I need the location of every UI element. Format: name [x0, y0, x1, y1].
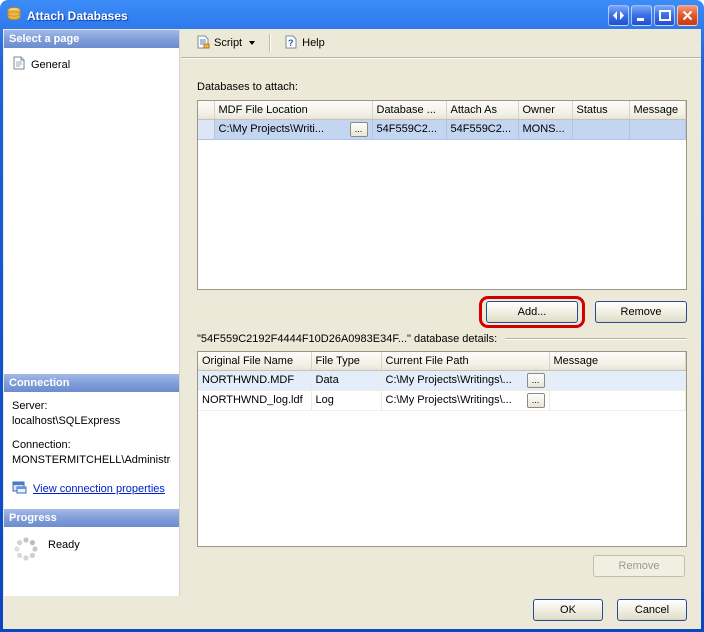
remove-database-button[interactable]: Remove	[595, 301, 687, 323]
cell-file-type[interactable]: Data	[311, 370, 381, 390]
browse-path-button[interactable]: ...	[527, 373, 545, 388]
ok-button[interactable]: OK	[533, 599, 603, 621]
general-page-icon	[12, 56, 26, 73]
script-button[interactable]: Script	[189, 31, 262, 56]
column-header-status[interactable]: Status	[572, 101, 629, 119]
row-header-cell	[198, 101, 214, 119]
databases-to-attach-label: Databases to attach:	[197, 81, 687, 93]
progress-panel: Ready	[4, 527, 179, 596]
cell-status[interactable]	[572, 119, 629, 139]
window-title: Attach Databases	[27, 9, 603, 23]
navigate-arrows-button[interactable]	[608, 5, 629, 26]
column-header-original-file-name[interactable]: Original File Name	[198, 352, 311, 370]
connection-value: MONSTERMITCHELL\Administra	[12, 454, 171, 466]
cell-original-file-name[interactable]: NORTHWND_log.ldf	[198, 390, 311, 410]
databases-table: MDF File Location Database ... Attach As…	[197, 100, 687, 290]
cell-mdf-file-location[interactable]: C:\My Projects\Writi... ...	[214, 119, 372, 139]
column-header-message[interactable]: Message	[549, 352, 686, 370]
cell-attach-as[interactable]: 54F559C2...	[446, 119, 518, 139]
server-label: Server:	[12, 400, 171, 412]
attach-databases-dialog: Attach Databases Select a page	[0, 0, 704, 632]
spinner-icon	[12, 535, 40, 566]
select-a-page-header: Select a page	[4, 30, 179, 48]
cell-original-file-name[interactable]: NORTHWND.MDF	[198, 370, 311, 390]
row-header-cell[interactable]	[198, 119, 214, 139]
connection-label: Connection:	[12, 439, 171, 451]
properties-icon	[12, 481, 27, 497]
column-header-file-type[interactable]: File Type	[311, 352, 381, 370]
toolbar-separator	[269, 34, 270, 52]
sidebar: Select a page General Connection Server:	[4, 30, 180, 596]
close-button[interactable]	[677, 5, 698, 26]
remove-detail-button: Remove	[593, 555, 685, 577]
server-value: localhost\SQLExpress	[12, 415, 171, 427]
add-button-highlight-annotation: Add...	[479, 296, 585, 328]
column-header-current-file-path[interactable]: Current File Path	[381, 352, 549, 370]
database-details-table: Original File Name File Type Current Fil…	[197, 351, 687, 547]
script-icon	[196, 35, 210, 52]
cancel-button[interactable]: Cancel	[617, 599, 687, 621]
cell-database-name[interactable]: 54F559C2...	[372, 119, 446, 139]
toolbar: Script ? Help	[181, 29, 701, 58]
maximize-button[interactable]	[654, 5, 675, 26]
progress-status: Ready	[48, 539, 80, 551]
database-row[interactable]: C:\My Projects\Writi... ... 54F559C2... …	[198, 119, 686, 139]
column-header-owner[interactable]: Owner	[518, 101, 572, 119]
window-controls	[608, 5, 698, 26]
titlebar[interactable]: Attach Databases	[0, 0, 704, 29]
database-icon	[6, 6, 22, 25]
details-row-mdf[interactable]: NORTHWND.MDF Data C:\My Projects\Writing…	[198, 370, 686, 390]
browse-path-button[interactable]: ...	[527, 393, 545, 408]
cell-message[interactable]	[629, 119, 686, 139]
cell-owner[interactable]: MONS...	[518, 119, 572, 139]
dialog-footer: OK Cancel	[533, 599, 687, 621]
main-content: Databases to attach: MDF File Location D…	[197, 59, 687, 629]
column-header-database[interactable]: Database ...	[372, 101, 446, 119]
cell-file-type[interactable]: Log	[311, 390, 381, 410]
cell-current-file-path[interactable]: C:\My Projects\Writings\... ...	[381, 370, 549, 390]
help-button[interactable]: ? Help	[277, 31, 332, 56]
add-button[interactable]: Add...	[486, 301, 578, 323]
details-divider	[505, 338, 687, 340]
cell-message[interactable]	[549, 390, 686, 410]
cell-current-file-path[interactable]: C:\My Projects\Writings\... ...	[381, 390, 549, 410]
connection-header: Connection	[4, 374, 179, 392]
column-header-attach-as[interactable]: Attach As	[446, 101, 518, 119]
column-header-mdf-file-location[interactable]: MDF File Location	[214, 101, 372, 119]
databases-header-row: MDF File Location Database ... Attach As…	[198, 101, 686, 119]
connection-panel: Server: localhost\SQLExpress Connection:…	[4, 392, 179, 509]
browse-mdf-button[interactable]: ...	[350, 122, 368, 137]
dialog-body: Select a page General Connection Server:	[3, 29, 701, 629]
details-row-log[interactable]: NORTHWND_log.ldf Log C:\My Projects\Writ…	[198, 390, 686, 410]
details-header-row: Original File Name File Type Current Fil…	[198, 352, 686, 370]
svg-text:?: ?	[288, 38, 294, 48]
help-button-label: Help	[302, 37, 325, 49]
column-header-message[interactable]: Message	[629, 101, 686, 119]
minimize-button[interactable]	[631, 5, 652, 26]
main-panel: Script ? Help Databases to attach:	[181, 29, 701, 629]
sidebar-item-general[interactable]: General	[8, 54, 175, 75]
progress-header: Progress	[4, 509, 179, 527]
page-list: General	[4, 48, 179, 374]
cell-message[interactable]	[549, 370, 686, 390]
script-button-label: Script	[214, 37, 242, 49]
view-connection-properties-link[interactable]: View connection properties	[33, 483, 165, 495]
database-details-label: "54F559C2192F4444F10D26A0983E34F..." dat…	[197, 333, 497, 345]
sidebar-item-label: General	[31, 59, 70, 71]
help-icon: ?	[284, 35, 298, 52]
script-dropdown-arrow	[249, 41, 255, 45]
